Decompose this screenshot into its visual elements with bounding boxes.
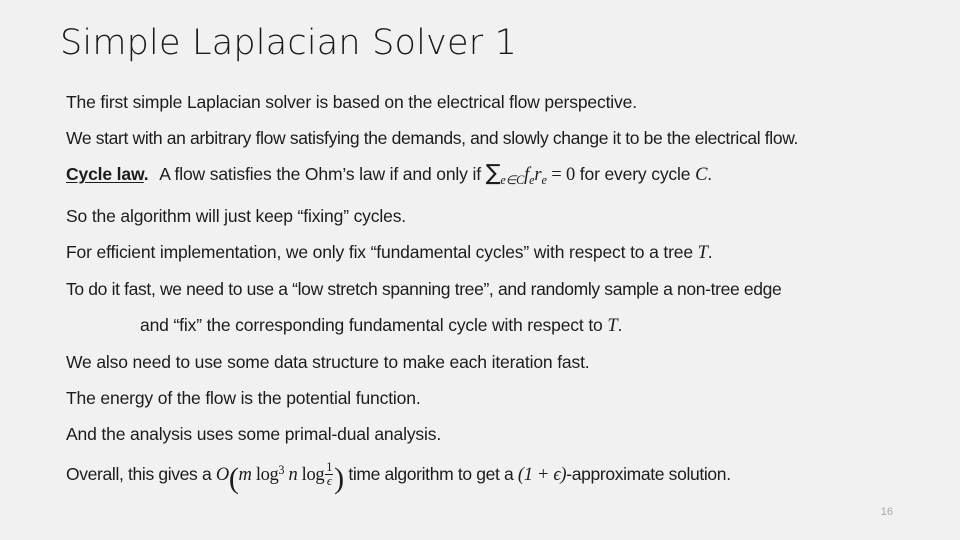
body-line-7: and “fix” the corresponding fundamental … [66, 307, 906, 344]
body-line-8-text: We also need to use some data structure … [66, 351, 590, 372]
fraction-numerator: 1 [326, 459, 333, 474]
complexity-mid-text: time algorithm to get a [348, 463, 514, 484]
body-line-7-text: and “fix” the corresponding fundamental … [140, 314, 603, 335]
big-o-symbol: O [215, 464, 229, 485]
body-line-5-text: For efficient implementation, we only fi… [66, 241, 693, 262]
edge-count-variable: m [238, 464, 252, 485]
body-line-8: We also need to use some data structure … [66, 344, 906, 380]
epsilon-fraction: 1ϵ [325, 459, 334, 489]
cycle-variable: C [695, 165, 708, 185]
body-line-2-text: We start with an arbitrary flow satisfyi… [66, 128, 799, 148]
body-line-5: For efficient implementation, we only fi… [66, 234, 906, 271]
complexity-prefix: Overall, this gives a [66, 463, 212, 484]
body-line-5-period: . [707, 241, 713, 262]
fraction-denominator: ϵ [325, 474, 334, 489]
log-1: log [255, 464, 279, 485]
slide: Simple Laplacian Solver 1 The first simp… [0, 0, 960, 540]
paren-close: ) [334, 461, 344, 495]
page-title: Simple Laplacian Solver 1 [60, 23, 518, 63]
body-line-10: And the analysis uses some primal-dual a… [66, 416, 906, 452]
cycle-law-label-text: Cycle law [66, 164, 144, 184]
log-1-exponent: 3 [278, 462, 285, 477]
body-line-6-text: To do it fast, we need to use a “low str… [66, 278, 782, 299]
body-line-10-text: And the analysis uses some primal-dual a… [66, 423, 442, 444]
body-line-4-text: So the algorithm will just keep “fixing”… [66, 205, 407, 226]
log-2: log [301, 464, 325, 485]
slide-body: The first simple Laplacian solver is bas… [66, 84, 906, 493]
sigma-glyph: ∑ [485, 161, 501, 186]
cycle-law-period: . [143, 164, 149, 184]
summation-subscript: e∈C [500, 172, 525, 187]
body-line-4: So the algorithm will just keep “fixing”… [66, 198, 906, 234]
node-count-variable: n [288, 464, 298, 485]
paren-open: ( [228, 461, 239, 495]
body-line-11-complexity: Overall, this gives a O(m log3 n log 1 ϵ) … [66, 452, 906, 493]
cycle-law-suffix: for every cycle [579, 164, 691, 184]
body-line-9: The energy of the flow is the potential … [66, 380, 906, 416]
cycle-law-statement: A flow satisfies the Ohm’s law if and on… [159, 164, 481, 184]
body-line-2: We start with an arbitrary flow satisfyi… [66, 120, 906, 156]
complexity-formula: O(m log3 n log 1 ϵ) [215, 460, 344, 493]
body-line-3-cycle-law: Cycle law. A flow satisfies the Ohm’s la… [66, 156, 906, 198]
body-line-6: To do it fast, we need to use a “low str… [66, 271, 906, 307]
cycle-law-formula: ∑e∈Cfere = 0 [486, 161, 576, 187]
tree-variable-2: T [607, 315, 618, 336]
summation-symbol: ∑e∈C [485, 156, 525, 198]
equals-zero: = 0 [551, 165, 576, 185]
body-line-7-period: . [617, 314, 623, 335]
body-line-9-text: The energy of the flow is the potential … [66, 387, 421, 408]
tree-variable: T [697, 242, 708, 263]
page-number: 16 [880, 506, 893, 518]
approximation-factor: (1 + ϵ) [517, 464, 567, 485]
cycle-law-label: Cycle law. [66, 164, 149, 184]
cycle-law-end-period: . [707, 164, 712, 184]
body-line-1-text: The first simple Laplacian solver is bas… [66, 92, 637, 112]
resistance-subscript: e [541, 172, 547, 187]
complexity-suffix: -approximate solution. [566, 463, 731, 484]
body-line-1: The first simple Laplacian solver is bas… [66, 84, 906, 120]
